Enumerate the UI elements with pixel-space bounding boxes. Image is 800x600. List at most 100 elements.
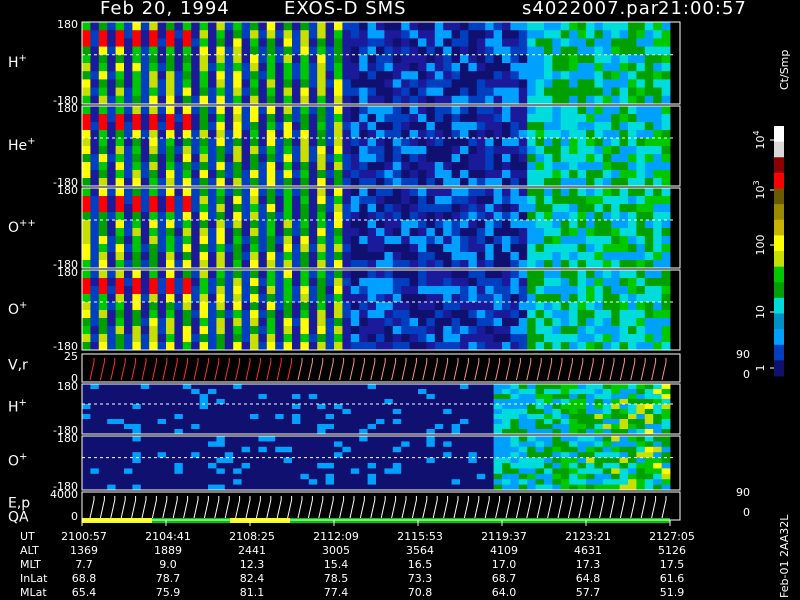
spectrogram-cell [376,106,385,115]
spectrogram-cell [460,457,469,464]
spectrogram-cell [308,63,318,72]
spectrogram-cell [308,236,318,245]
spectrogram-cell [90,326,100,335]
spectrogram-cell [166,302,175,311]
spectrogram-cell [258,414,268,420]
spectrogram-cell [367,457,377,464]
spectrogram-cell [292,463,301,469]
spectrogram-cell [107,228,116,237]
spectrogram-cell [107,212,116,221]
spectrogram-cell [392,404,402,410]
spectrogram-cell [376,419,385,425]
spectrogram-cell [535,212,545,221]
spectrogram-cell [115,326,125,335]
spectrogram-cell [401,212,410,221]
spectrogram-cell [611,236,620,245]
spectrogram-cell [628,419,637,425]
spectrogram-cell [384,87,394,97]
spectrogram-cell [586,122,595,131]
spectrogram-cell [98,220,108,229]
spectrogram-cell [98,260,108,269]
spectrogram-cell [560,294,570,303]
spectrogram-cell [644,318,654,327]
colorbar-swatch [774,204,784,221]
spectrogram-cell [586,170,595,179]
spectrogram-cell [544,394,553,400]
spectrogram-cell [132,71,142,80]
spectrogram-cell [174,130,184,139]
spectrogram-cell [199,63,209,72]
footer-value: 78.5 [323,572,349,585]
spectrogram-cell [535,424,545,430]
spectrogram-cell [527,479,536,485]
spectrogram-cell [208,457,217,464]
spectrogram-cell [283,252,293,261]
spectrogram-cell [644,122,654,131]
spectrogram-cell [560,244,570,253]
spectrogram-cell [376,414,385,420]
spectrogram-cell [409,446,419,453]
spectrogram-cell [510,334,520,343]
spectrogram-cell [460,479,469,485]
spectrogram-cell [174,63,184,72]
spectrogram-cell [376,204,385,213]
spectrogram-cell [359,95,368,105]
spectrogram-cell [199,473,209,480]
spectrogram-cell [644,106,654,115]
spectrogram-cell [502,162,511,171]
spectrogram-cell [636,302,646,311]
spectrogram-cell [569,220,578,229]
spectrogram-cell [644,138,654,147]
spectrogram-cell [644,260,654,269]
spectrogram-cell [359,244,368,253]
spectrogram-cell [367,318,377,327]
spectrogram-cell [124,79,133,88]
spectrogram-cell [132,54,142,64]
spectrogram-cell [518,79,528,88]
spectrogram-cell [552,334,562,343]
spectrogram-cell [485,188,494,197]
spectrogram-cell [359,479,368,485]
spectrogram-cell [216,196,226,205]
spectrogram-cell [535,79,545,88]
spectrogram-cell [250,63,259,72]
spectrogram-cell [300,162,310,171]
spectrogram-cell [510,122,520,131]
spectrogram-cell [426,154,436,163]
spectrogram-cell [250,404,259,410]
spectrogram-cell [636,463,646,469]
spectrogram-cell [418,318,427,327]
spectrogram-cell [334,457,343,464]
spectrogram-cell [577,334,587,343]
spectrogram-cell [451,409,461,415]
footer-value: 68.7 [491,572,517,585]
spectrogram-cell [594,130,604,139]
spectrogram-cell [644,236,654,245]
spectrogram-cell [426,394,436,400]
spectrogram-cell [334,178,343,187]
spectrogram-cell [107,220,116,229]
spectrogram-cell [535,46,545,56]
spectrogram-cell [577,236,587,245]
spectrogram-cell [468,154,478,163]
spectrogram-cell [653,468,662,475]
spectrogram-cell [577,79,587,88]
spectrogram-cell [233,302,242,311]
spectrogram-cell [149,130,158,139]
panel-label: O+ [8,300,27,318]
spectrogram-cell [619,138,629,147]
spectrogram-cell [518,404,528,410]
spectrogram-cell [586,409,595,415]
spectrogram-cell [275,342,284,351]
spectrogram-cell [493,286,503,295]
spectrogram-cell [661,188,671,197]
spectrogram-cell [350,409,360,415]
spectrogram-cell [300,188,310,197]
spectrogram-cell [140,54,150,64]
spectrogram-cell [619,294,629,303]
spectrogram-cell [258,79,268,88]
spectrogram-cell [124,446,133,453]
spectrogram-cell [653,220,662,229]
spectrogram-cell [98,46,108,56]
panel-4: O+180-180 [8,266,681,353]
